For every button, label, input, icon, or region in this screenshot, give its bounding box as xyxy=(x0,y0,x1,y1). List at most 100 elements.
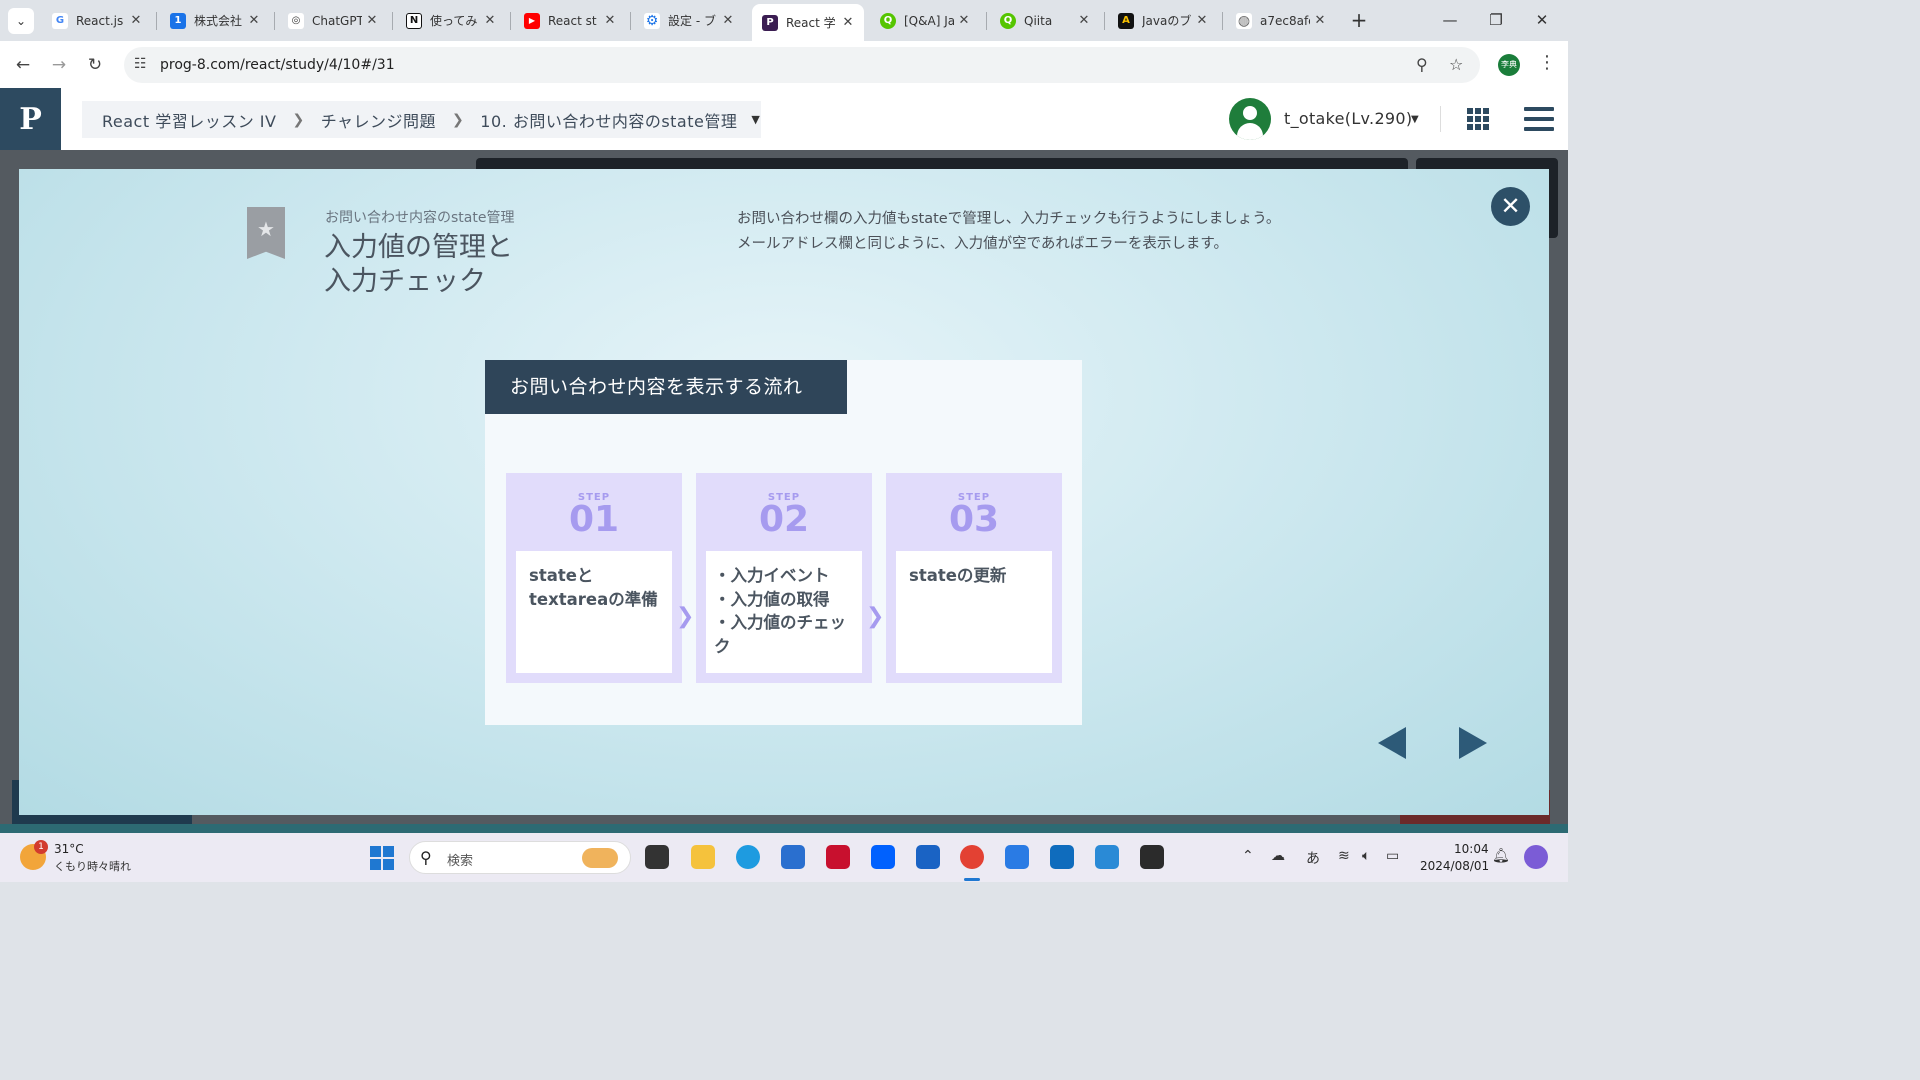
browser-tab[interactable]: ▶ React st ✕ xyxy=(514,6,626,35)
url-text[interactable]: prog-8.com/react/study/4/10#/31 xyxy=(160,57,395,73)
file-explorer-icon[interactable] xyxy=(691,845,715,869)
restore-window-icon[interactable]: ❐ xyxy=(1474,6,1518,34)
vscode-icon[interactable] xyxy=(1095,845,1119,869)
google-icon: G xyxy=(52,12,68,29)
onedrive-icon[interactable]: ☁ xyxy=(1271,848,1285,864)
tab-title: 株式会社 xyxy=(194,14,243,28)
bookmark-star-icon[interactable]: ☆ xyxy=(1449,55,1463,74)
close-tab-icon[interactable]: ✕ xyxy=(126,13,146,28)
outlook-icon[interactable] xyxy=(916,845,940,869)
divider xyxy=(1440,106,1441,132)
clock-date[interactable]: 2024/08/01 xyxy=(1420,859,1489,873)
step-text: stateの更新 xyxy=(896,551,1052,673)
step-card: STEP 03 stateの更新 xyxy=(886,473,1062,683)
mcafee-icon[interactable] xyxy=(826,845,850,869)
apps-grid-icon[interactable] xyxy=(1467,108,1489,130)
weather-temperature[interactable]: 31°C xyxy=(54,842,84,856)
browser-tab[interactable]: Q Qiita ✕ xyxy=(990,6,1100,35)
browser-tab[interactable]: Q [Q&A] Ja ✕ xyxy=(870,6,980,35)
caret-down-icon[interactable]: ▼ xyxy=(1411,114,1419,125)
edge-icon[interactable] xyxy=(736,845,760,869)
browser-menu-icon[interactable]: ⋮ xyxy=(1538,52,1556,73)
task-view-icon[interactable] xyxy=(645,845,669,869)
a-logo-icon: A xyxy=(1118,12,1134,29)
close-tab-icon[interactable]: ✕ xyxy=(954,13,974,28)
close-window-icon[interactable]: ✕ xyxy=(1520,6,1564,34)
browser-tab[interactable]: ◍ a7ec8afe ✕ xyxy=(1226,6,1336,35)
close-tab-icon[interactable]: ✕ xyxy=(362,13,382,28)
browser-tab-active[interactable]: P React 学 ✕ xyxy=(752,4,864,41)
browser-tab[interactable]: ⚙ 設定 - ブ ✕ xyxy=(634,6,744,35)
windows-start-icon[interactable] xyxy=(370,846,394,870)
back-arrow-icon[interactable]: ← xyxy=(10,52,36,78)
forward-arrow-icon[interactable]: → xyxy=(46,52,72,78)
volume-icon[interactable]: 🔈︎ xyxy=(1362,848,1370,864)
qiita-icon: Q xyxy=(1000,12,1016,29)
caret-down-icon[interactable]: ▼ xyxy=(751,113,760,126)
close-tab-icon[interactable]: ✕ xyxy=(244,13,264,28)
battery-icon[interactable]: ▭ xyxy=(1386,848,1399,864)
power-automate-icon[interactable] xyxy=(1005,845,1029,869)
close-tab-icon[interactable]: ✕ xyxy=(480,13,500,28)
terminal-icon[interactable] xyxy=(1140,845,1164,869)
weather-description[interactable]: くもり時々晴れ xyxy=(54,858,131,874)
browser-tab[interactable]: G React.js ✕ xyxy=(42,6,152,35)
address-bar[interactable]: ☷ prog-8.com/react/study/4/10#/31 ⚲ ☆ xyxy=(124,47,1480,83)
clock-time[interactable]: 10:04 xyxy=(1454,842,1489,856)
close-tab-icon[interactable]: ✕ xyxy=(718,13,738,28)
slide-subtitle: お問い合わせ内容のstate管理 xyxy=(325,210,515,226)
reload-icon[interactable]: ↻ xyxy=(82,52,108,78)
new-tab-button[interactable]: + xyxy=(1346,8,1372,34)
browser-tab[interactable]: 1 株式会社 ✕ xyxy=(160,6,270,35)
breadcrumb-item-current[interactable]: 10. お問い合わせ内容のstate管理 xyxy=(480,108,737,132)
chrome-icon[interactable] xyxy=(960,845,984,881)
hamburger-menu-icon[interactable] xyxy=(1524,107,1554,131)
chatgpt-icon: ◎ xyxy=(288,12,304,29)
minimize-icon[interactable]: — xyxy=(1428,6,1472,34)
slide-title-line: 入力チェック xyxy=(324,266,486,297)
calendar-icon: 1 xyxy=(170,12,186,29)
site-logo[interactable]: P xyxy=(0,88,61,150)
tab-title: 設定 - ブ xyxy=(668,14,716,28)
step-card: STEP 01 stateと textareaの準備 xyxy=(506,473,682,683)
close-tab-icon[interactable]: ✕ xyxy=(1074,13,1094,28)
close-tab-icon[interactable]: ✕ xyxy=(600,13,620,28)
copilot-icon[interactable] xyxy=(1524,845,1548,869)
site-info-icon[interactable]: ☷ xyxy=(134,56,147,72)
close-tab-icon[interactable]: ✕ xyxy=(838,15,858,30)
user-name[interactable]: t_otake(Lv.290) xyxy=(1284,109,1412,128)
tab-separator xyxy=(510,12,511,30)
close-tab-icon[interactable]: ✕ xyxy=(1310,13,1330,28)
step-text: ・入力イベント ・入力値の取得 ・入力値のチェック xyxy=(706,551,862,673)
tab-title: React.js xyxy=(76,13,124,28)
search-highlight-icon xyxy=(582,848,618,868)
close-modal-button[interactable]: ✕ xyxy=(1491,187,1530,226)
outlook-new-icon[interactable] xyxy=(1050,845,1074,869)
breadcrumb: React 学習レッスン IV ❯ チャレンジ問題 ❯ 10. お問い合わせ内容… xyxy=(82,101,761,138)
tab-title: React 学 xyxy=(786,16,836,30)
taskbar-search[interactable]: ⚲ 検索 xyxy=(409,841,631,874)
store-icon[interactable] xyxy=(781,845,805,869)
dropbox-icon[interactable] xyxy=(871,845,895,869)
profile-avatar[interactable]: 李典 xyxy=(1498,54,1520,76)
wifi-icon[interactable]: ≋ xyxy=(1338,848,1350,864)
qiita-icon: Q xyxy=(880,12,896,29)
user-avatar[interactable] xyxy=(1229,98,1271,140)
browser-tab[interactable]: A Javaのブ ✕ xyxy=(1108,6,1218,35)
tab-search-menu-button[interactable]: ⌄ xyxy=(8,8,34,34)
close-tab-icon[interactable]: ✕ xyxy=(1192,13,1212,28)
browser-tab[interactable]: N 使ってみ ✕ xyxy=(396,6,506,35)
ime-indicator[interactable]: あ xyxy=(1306,848,1320,868)
zoom-icon[interactable]: ⚲ xyxy=(1416,55,1428,74)
notification-bell-icon[interactable]: 🔔︎ xyxy=(1492,848,1510,864)
site-header: P React 学習レッスン IV ❯ チャレンジ問題 ❯ 10. お問い合わせ… xyxy=(0,88,1568,150)
breadcrumb-item-challenge[interactable]: チャレンジ問題 xyxy=(321,108,436,132)
browser-tab[interactable]: ◎ ChatGPT ✕ xyxy=(278,6,388,35)
tab-separator xyxy=(156,12,157,30)
bookmark-star-icon[interactable]: ★ xyxy=(247,207,285,259)
next-slide-arrow-icon[interactable] xyxy=(1459,727,1487,759)
breadcrumb-item-lesson[interactable]: React 学習レッスン IV xyxy=(102,108,276,132)
chevron-up-icon[interactable]: ⌃ xyxy=(1242,848,1254,864)
previous-slide-arrow-icon[interactable] xyxy=(1378,727,1406,759)
slide-card: お問い合わせ内容を表示する流れ STEP 01 stateと textareaの… xyxy=(485,360,1082,725)
